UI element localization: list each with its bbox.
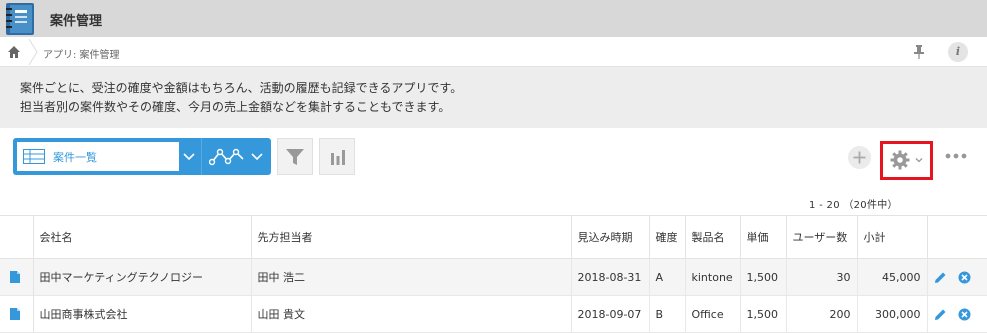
breadcrumb: アプリ: 案件管理 i	[0, 37, 987, 67]
column-header[interactable]: 会社名	[33, 215, 252, 259]
delete-icon[interactable]	[958, 308, 971, 321]
cell-contact: 田中 浩二	[251, 258, 572, 296]
home-icon[interactable]	[7, 45, 21, 59]
cell-date: 2018-08-31	[571, 258, 650, 296]
cell-date: 2018-09-07	[571, 295, 650, 333]
cell-probability: B	[649, 295, 686, 333]
view-selector[interactable]: 案件一覧	[13, 138, 201, 175]
filter-button[interactable]	[277, 138, 313, 175]
cell-price: 1,500	[740, 258, 787, 296]
column-header[interactable]: 単価	[740, 215, 787, 259]
cell-subtotal: 45,000	[857, 258, 928, 296]
app-header: 案件管理	[0, 0, 987, 37]
chevron-down-icon[interactable]	[251, 150, 263, 162]
column-header[interactable]: 小計	[857, 215, 928, 259]
cell-company: 山田商事株式会社	[33, 295, 252, 333]
column-header[interactable]: 先方担当者	[251, 215, 572, 259]
cell-product: Office	[685, 295, 741, 333]
record-detail-link[interactable]	[0, 295, 34, 333]
records-table: 会社名 先方担当者 見込み時期 確度 製品名 単価 ユーザー数 小計 田中マーケ…	[0, 215, 987, 333]
pin-icon[interactable]	[912, 44, 926, 60]
document-icon[interactable]	[10, 308, 20, 320]
cell-subtotal: 300,000	[857, 295, 928, 333]
cell-product: kintone	[685, 258, 741, 296]
cell-price: 1,500	[740, 295, 787, 333]
edit-icon[interactable]	[934, 308, 947, 321]
table-row[interactable]: 田中マーケティングテクノロジー 田中 浩二 2018-08-31 A kinto…	[0, 258, 987, 296]
add-record-button[interactable]	[848, 146, 871, 169]
filter-icon	[286, 149, 304, 165]
column-header[interactable]: 見込み時期	[571, 215, 650, 259]
app-description: 案件ごとに、受注の確度や金額はもちろん、活動の履歴も記録できるアプリです。 担当…	[0, 67, 987, 128]
graph-icon	[209, 148, 244, 166]
table-header-row: 会社名 先方担当者 見込み時期 確度 製品名 単価 ユーザー数 小計	[0, 215, 987, 259]
chart-button[interactable]	[319, 138, 355, 175]
chevron-down-icon	[915, 158, 923, 163]
info-icon[interactable]: i	[948, 42, 968, 62]
table-row[interactable]: 山田商事株式会社 山田 貴文 2018-09-07 B Office 1,500…	[0, 295, 987, 333]
edit-icon[interactable]	[934, 271, 947, 284]
cell-company: 田中マーケティングテクノロジー	[33, 258, 252, 296]
cell-users: 30	[786, 258, 858, 296]
view-toolbar: 案件一覧	[0, 128, 987, 188]
cell-users: 200	[786, 295, 858, 333]
breadcrumb-app-link[interactable]: アプリ: 案件管理	[43, 46, 120, 61]
delete-icon[interactable]	[958, 271, 971, 284]
view-selector-field[interactable]: 案件一覧	[17, 142, 179, 171]
more-options-icon[interactable]	[944, 151, 968, 161]
description-line: 案件ごとに、受注の確度や金額はもちろん、活動の履歴も記録できるアプリです。	[20, 81, 463, 95]
document-icon[interactable]	[10, 271, 20, 283]
app-icon	[6, 3, 34, 35]
bar-chart-icon	[331, 150, 345, 165]
column-header[interactable]: ユーザー数	[786, 215, 858, 259]
record-detail-link[interactable]	[0, 258, 34, 296]
row-actions	[927, 295, 987, 333]
pagination-info: 1 - 20 （20件中）	[809, 200, 898, 211]
column-header[interactable]: 確度	[649, 215, 686, 259]
view-selector-label: 案件一覧	[53, 151, 97, 164]
row-actions	[927, 258, 987, 296]
settings-button[interactable]	[880, 141, 933, 180]
header-icon-column	[0, 215, 34, 259]
cell-contact: 山田 貴文	[251, 295, 572, 333]
column-header[interactable]: 製品名	[685, 215, 741, 259]
cell-probability: A	[649, 258, 686, 296]
header-actions-column	[927, 215, 987, 259]
graph-view-button[interactable]	[201, 138, 271, 175]
gear-icon	[890, 150, 910, 170]
app-title: 案件管理	[50, 14, 103, 29]
list-view-icon	[23, 149, 45, 164]
breadcrumb-separator-icon	[28, 38, 38, 66]
description-line: 担当者別の案件数やその確度、今月の売上金額などを集計することもできます。	[20, 100, 451, 114]
chevron-down-icon[interactable]	[183, 150, 195, 162]
